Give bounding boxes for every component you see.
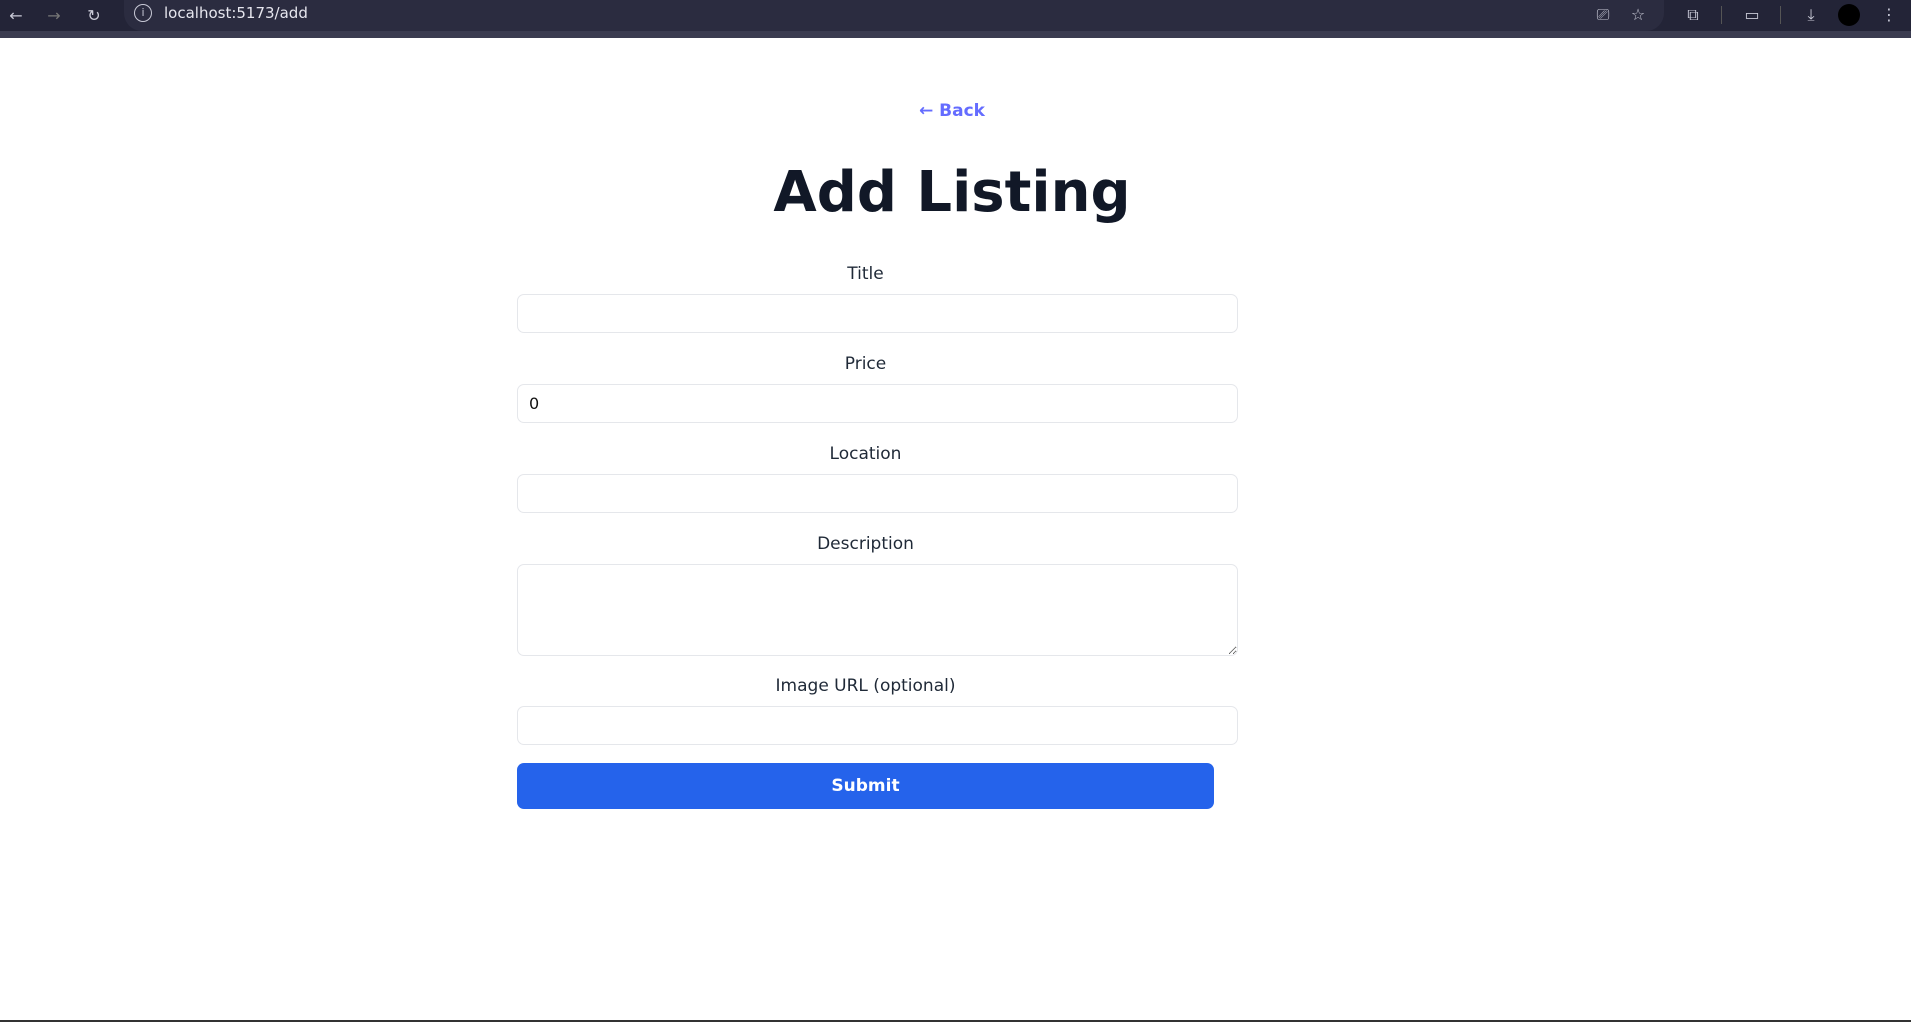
divider xyxy=(1780,6,1781,24)
image-url-label: Image URL (optional) xyxy=(775,676,956,696)
bookmark-star-icon[interactable]: ☆ xyxy=(1627,4,1649,26)
tab-search-icon[interactable]: ▭ xyxy=(1741,4,1763,26)
title-label: Title xyxy=(847,264,884,284)
install-app-icon[interactable]: ⎚ xyxy=(1592,4,1614,26)
location-label: Location xyxy=(829,444,902,464)
image-url-input[interactable] xyxy=(517,706,1238,745)
title-input[interactable] xyxy=(517,294,1238,333)
location-input[interactable] xyxy=(517,474,1238,513)
submit-button[interactable]: Submit xyxy=(517,763,1214,809)
description-textarea[interactable] xyxy=(517,564,1238,656)
menu-dots-icon[interactable]: ⋮ xyxy=(1878,4,1900,26)
reload-icon[interactable]: ↻ xyxy=(82,4,106,28)
page-title: Add Listing xyxy=(773,160,1131,225)
address-bar[interactable]: i localhost:5173/add xyxy=(124,0,1664,31)
download-icon[interactable]: ⤓ xyxy=(1800,4,1822,26)
forward-arrow-icon[interactable]: → xyxy=(42,4,66,28)
browser-toolbar: ← → ↻ i localhost:5173/add ⎚ ☆ ⧉ ▭ ⤓ ⋮ xyxy=(0,0,1911,38)
site-info-icon[interactable]: i xyxy=(134,4,152,22)
description-label: Description xyxy=(817,534,914,554)
profile-avatar[interactable] xyxy=(1838,4,1860,26)
back-link[interactable]: ← Back xyxy=(0,101,1904,121)
extensions-icon[interactable]: ⧉ xyxy=(1682,4,1704,26)
divider xyxy=(1721,6,1722,24)
back-arrow-icon[interactable]: ← xyxy=(4,4,28,28)
price-label: Price xyxy=(844,354,887,374)
url-text[interactable]: localhost:5173/add xyxy=(164,4,308,22)
price-input[interactable] xyxy=(517,384,1238,423)
